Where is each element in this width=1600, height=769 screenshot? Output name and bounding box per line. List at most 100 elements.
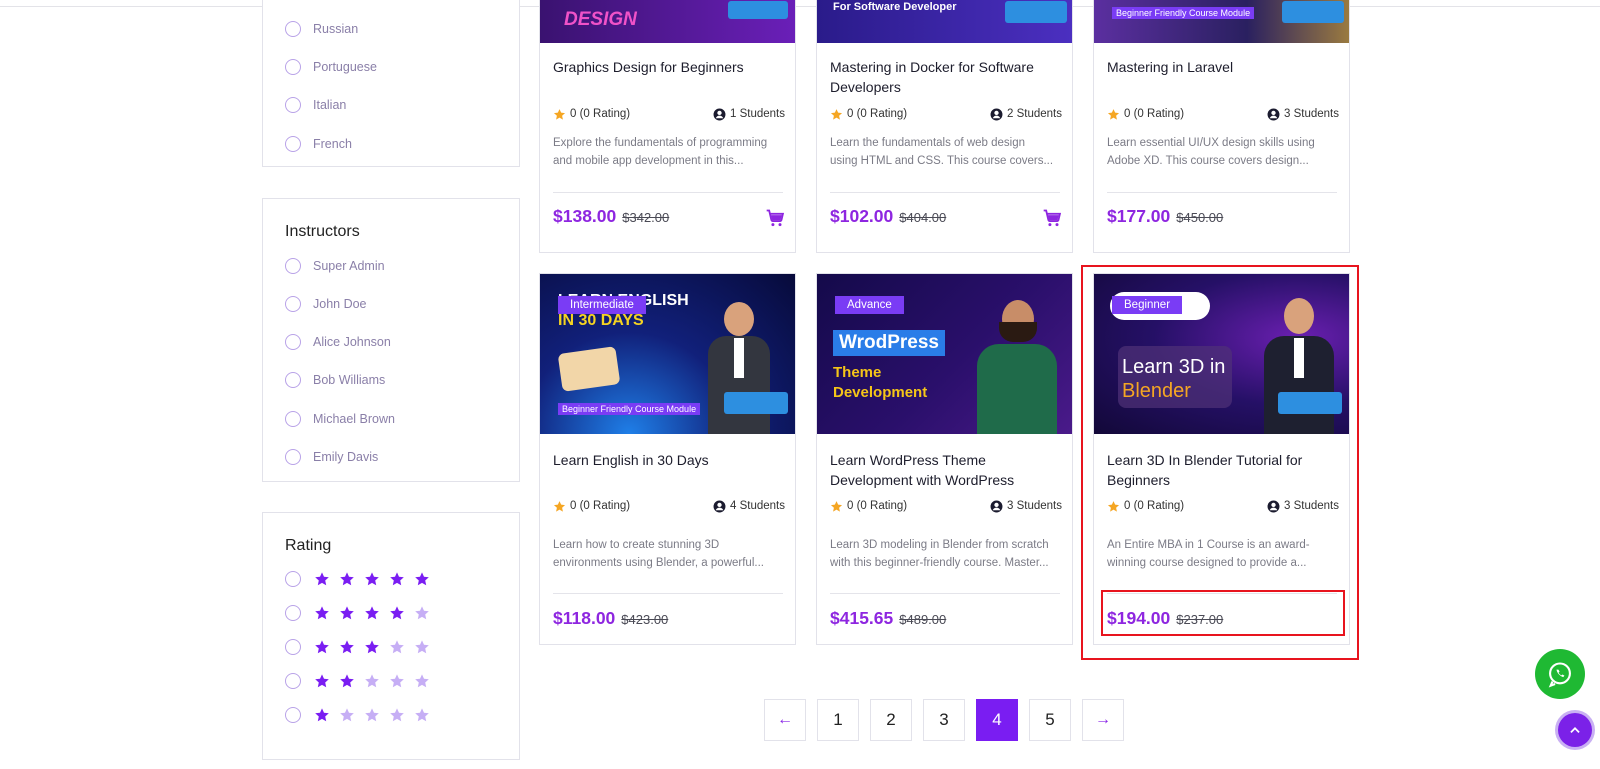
course-title[interactable]: Mastering in Docker for Software Develop… — [830, 57, 1062, 97]
students-text: 3 Students — [1007, 500, 1062, 512]
filter-option-instructor[interactable]: Michael Brown — [285, 409, 395, 429]
radio-button[interactable] — [285, 59, 301, 75]
star-icon — [553, 500, 566, 512]
filter-option-instructor[interactable]: Bob Williams — [285, 370, 385, 390]
course-thumbnail[interactable]: DESIGN — [540, 0, 795, 43]
radio-button[interactable] — [285, 571, 301, 587]
instructors-title: Instructors — [285, 223, 360, 240]
course-card[interactable]: Beginner Friendly Course Module Masterin… — [1093, 0, 1350, 253]
radio-button[interactable] — [285, 296, 301, 312]
filter-option-label: Russian — [313, 22, 359, 36]
radio-button[interactable] — [285, 372, 301, 388]
rating-option-3[interactable] — [285, 637, 439, 657]
star-empty-icon — [414, 605, 430, 621]
thumbnail-logo — [1005, 1, 1067, 23]
radio-button[interactable] — [285, 673, 301, 689]
course-thumbnail[interactable]: WrodPress Theme Development Advance — [817, 274, 1072, 434]
course-description: Explore the fundamentals of programming a… — [553, 134, 785, 170]
course-meta: 0 (0 Rating) 1 Students — [553, 106, 785, 122]
filter-option-instructor[interactable]: Super Admin — [285, 256, 385, 276]
pagination-page-5[interactable]: 5 — [1029, 699, 1071, 741]
star-filled-icon — [414, 571, 430, 587]
star-empty-icon — [414, 639, 430, 655]
description-line: environments using Blender, a powerful..… — [553, 557, 764, 569]
price-row: $118.00 $423.00 — [553, 608, 785, 632]
course-thumbnail[interactable]: Beginner Friendly Course Module — [1094, 0, 1349, 43]
price-row: $415.65 $489.00 — [830, 608, 1062, 632]
course-rating: 0 (0 Rating) — [553, 108, 630, 121]
star-filled-icon — [314, 571, 330, 587]
course-title[interactable]: Graphics Design for Beginners — [553, 57, 785, 77]
star-filled-icon — [339, 673, 355, 689]
rating-text: 0 (0 Rating) — [847, 108, 908, 120]
pagination-page-3[interactable]: 3 — [923, 699, 965, 741]
rating-text: 0 (0 Rating) — [847, 500, 908, 512]
current-price: $138.00 — [553, 206, 617, 226]
pagination-page-1[interactable]: 1 — [817, 699, 859, 741]
course-students: 3 Students — [1267, 108, 1339, 121]
star-empty-icon — [389, 639, 405, 655]
current-price: $102.00 — [830, 206, 894, 226]
star-empty-icon — [414, 707, 430, 723]
pagination-page-2[interactable]: 2 — [870, 699, 912, 741]
pagination-next-button[interactable]: → — [1082, 699, 1124, 741]
star-filled-icon — [364, 571, 380, 587]
rating-option-1[interactable] — [285, 705, 439, 725]
course-card[interactable]: LEARN ENGLISH IN 30 DAYS Beginner Friend… — [539, 273, 796, 645]
pagination-page-4[interactable]: 4 — [976, 699, 1018, 741]
pagination-prev-button[interactable]: ← — [764, 699, 806, 741]
whatsapp-button[interactable] — [1535, 649, 1585, 699]
thumbnail-logo — [724, 392, 788, 414]
thumbnail-logo — [1282, 1, 1344, 23]
card-divider — [553, 192, 783, 193]
course-meta: 0 (0 Rating) 3 Students — [1107, 106, 1339, 122]
radio-button[interactable] — [285, 258, 301, 274]
filter-option-language[interactable]: Russian — [285, 19, 358, 39]
radio-button[interactable] — [285, 97, 301, 113]
radio-button[interactable] — [285, 707, 301, 723]
filter-option-instructor[interactable]: Emily Davis — [285, 447, 378, 467]
course-title[interactable]: Learn English in 30 Days — [553, 450, 785, 470]
radio-button[interactable] — [285, 411, 301, 427]
filter-option-language[interactable]: French — [285, 134, 352, 154]
thumbnail-headline: IN 30 DAYS — [558, 312, 644, 329]
rating-option-4[interactable] — [285, 603, 439, 623]
course-title[interactable]: Learn WordPress Theme Development with W… — [830, 450, 1062, 490]
filter-option-label: John Doe — [313, 297, 367, 311]
star-empty-icon — [389, 707, 405, 723]
filter-option-label: French — [313, 137, 352, 151]
radio-button[interactable] — [285, 639, 301, 655]
course-card[interactable]: WrodPress Theme Development Advance Lear… — [816, 273, 1073, 645]
thumbnail-logo — [728, 1, 788, 19]
course-meta: 0 (0 Rating) 3 Students — [830, 498, 1062, 514]
radio-button[interactable] — [285, 449, 301, 465]
filter-option-language[interactable]: Portuguese — [285, 57, 377, 77]
user-icon — [1267, 108, 1280, 120]
course-title[interactable]: Mastering in Laravel — [1107, 57, 1339, 77]
course-meta: 0 (0 Rating) 4 Students — [553, 498, 785, 514]
course-thumbnail[interactable]: For Software Developer — [817, 0, 1072, 43]
filter-option-instructor[interactable]: Alice Johnson — [285, 332, 391, 352]
filter-option-label: Alice Johnson — [313, 335, 391, 349]
course-description: Learn the fundamentals of web design usin… — [830, 134, 1062, 170]
radio-button[interactable] — [285, 605, 301, 621]
radio-button[interactable] — [285, 136, 301, 152]
radio-button[interactable] — [285, 21, 301, 37]
scroll-to-top-button[interactable] — [1558, 713, 1592, 747]
filter-option-instructor[interactable]: John Doe — [285, 294, 367, 314]
cart-icon[interactable] — [1042, 208, 1062, 228]
rating-option-2[interactable] — [285, 671, 439, 691]
radio-button[interactable] — [285, 334, 301, 350]
course-card[interactable]: For Software Developer Mastering in Dock… — [816, 0, 1073, 253]
course-card[interactable]: DESIGN Graphics Design for Beginners 0 (… — [539, 0, 796, 253]
star-empty-icon — [414, 673, 430, 689]
students-text: 1 Students — [730, 108, 785, 120]
rating-option-5[interactable] — [285, 569, 439, 589]
course-thumbnail[interactable]: LEARN ENGLISH IN 30 DAYS Beginner Friend… — [540, 274, 795, 434]
filter-option-language[interactable]: Italian — [285, 95, 346, 115]
price-row: $177.00 $450.00 — [1107, 206, 1339, 230]
students-text: 4 Students — [730, 500, 785, 512]
rating-title: Rating — [285, 537, 332, 554]
thumbnail-text: DESIGN — [564, 9, 637, 30]
cart-icon[interactable] — [765, 208, 785, 228]
